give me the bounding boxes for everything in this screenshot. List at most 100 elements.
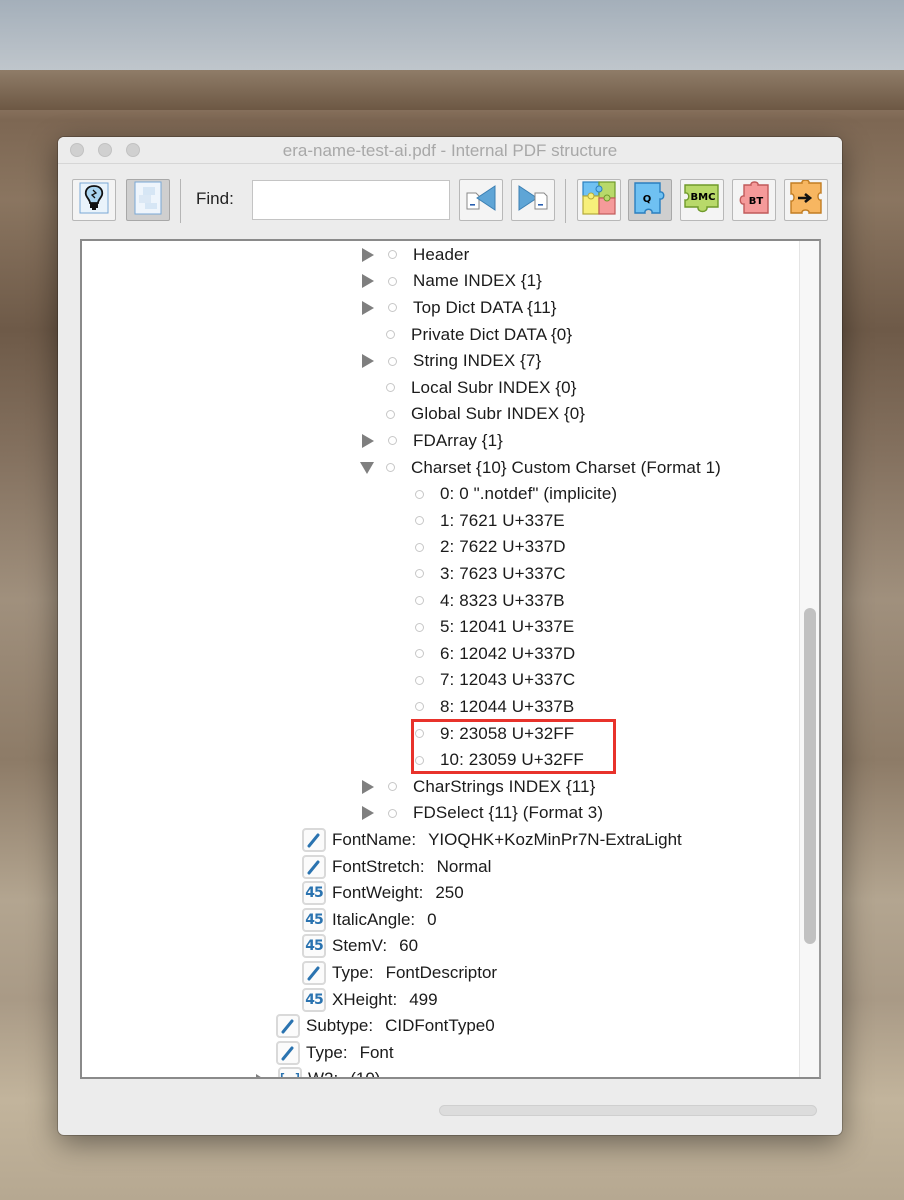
- tree-node[interactable]: Top Dict DATA {11}: [360, 295, 557, 322]
- pages-button[interactable]: [126, 179, 170, 221]
- bt-operator-button[interactable]: BT: [732, 179, 776, 221]
- entry-value: 0: [427, 909, 437, 929]
- dictionary-entry[interactable]: 45 XHeight: 499: [302, 986, 438, 1013]
- expand-arrow-icon[interactable]: [362, 354, 374, 369]
- expand-arrow-icon[interactable]: [256, 1074, 264, 1077]
- dictionary-entry[interactable]: Type: Font: [276, 1040, 394, 1067]
- number-type-icon: 45: [302, 987, 326, 1012]
- no-expander: [360, 381, 374, 395]
- tree-node-label: 8: 12044 U+337B: [440, 696, 575, 716]
- node-bullet-icon: [388, 276, 397, 286]
- find-input[interactable]: [252, 180, 450, 220]
- tree-node[interactable]: Charset {10} Custom Charset (Format 1): [360, 454, 721, 481]
- dictionary-entry[interactable]: FontName: YIOQHK+KozMinPr7N-ExtraLight: [302, 827, 682, 854]
- dictionary-entry[interactable]: Type: FontDescriptor: [302, 960, 497, 987]
- tree-node-label: Charset {10} Custom Charset (Format 1): [411, 457, 721, 477]
- number-glyph: 45: [305, 991, 324, 1008]
- number-type-icon: 45: [302, 907, 326, 932]
- q-operator-button[interactable]: Q: [628, 179, 672, 221]
- tree-node[interactable]: String INDEX {7}: [360, 348, 541, 375]
- array-type-icon: [ ]: [278, 1067, 302, 1077]
- expand-arrow-icon[interactable]: [362, 300, 374, 315]
- number-glyph: 45: [305, 938, 324, 955]
- tree-node[interactable]: 6: 12042 U+337D: [415, 641, 575, 668]
- tree-node[interactable]: Private Dict DATA {0}: [360, 321, 572, 348]
- toolbar-separator: [565, 179, 566, 223]
- expand-arrow-icon[interactable]: [362, 274, 374, 289]
- bmc-operator-button[interactable]: BMC: [680, 179, 724, 221]
- svg-text:BMC: BMC: [691, 192, 716, 203]
- find-label: Find:: [196, 189, 234, 208]
- dictionary-entry[interactable]: [ ] W2: (10): [254, 1066, 380, 1079]
- close-window-button[interactable]: [70, 143, 84, 157]
- tree-node[interactable]: Header: [360, 242, 469, 269]
- tree-node[interactable]: 1: 7621 U+337E: [415, 508, 565, 535]
- page-icon: [133, 181, 163, 220]
- vertical-scrollbar-thumb[interactable]: [804, 608, 816, 944]
- zoom-window-button[interactable]: [126, 143, 140, 157]
- tree-node[interactable]: 2: 7622 U+337D: [415, 534, 566, 561]
- tree-node[interactable]: Name INDEX {1}: [360, 268, 542, 295]
- tree-node-label: 6: 12042 U+337D: [440, 643, 576, 663]
- tree-node-label: String INDEX {7}: [413, 351, 542, 371]
- tree-node[interactable]: 4: 8323 U+337B: [415, 587, 565, 614]
- node-bullet-icon: [415, 569, 424, 579]
- vertical-scrollbar[interactable]: [799, 241, 819, 1077]
- tree-node[interactable]: Local Subr INDEX {0}: [360, 375, 576, 402]
- tree-node[interactable]: CharStrings INDEX {11}: [360, 774, 595, 801]
- tree-node[interactable]: 0: 0 ".notdef" (implicite): [415, 481, 617, 508]
- pdf-structure-window: era-name-test-ai.pdf - Internal PDF stru…: [58, 137, 842, 1135]
- entry-value: YIOQHK+KozMinPr7N-ExtraLight: [428, 829, 682, 849]
- expand-arrow-icon[interactable]: [362, 779, 374, 794]
- dictionary-entry[interactable]: FontStretch: Normal: [302, 853, 491, 880]
- tree-node[interactable]: 8: 12044 U+337B: [415, 694, 574, 721]
- collapse-arrow-icon[interactable]: [360, 461, 374, 474]
- entry-key: FontStretch:: [332, 856, 425, 876]
- node-bullet-icon: [388, 356, 397, 366]
- node-bullet-icon: [415, 622, 424, 632]
- dictionary-entry[interactable]: 45 FontWeight: 250: [302, 880, 464, 907]
- entry-key: StemV:: [332, 936, 388, 956]
- entry-value: 250: [435, 883, 464, 903]
- node-bullet-icon: [388, 250, 397, 260]
- dictionary-entry[interactable]: 45 StemV: 60: [302, 933, 418, 960]
- tree-node[interactable]: 3: 7623 U+337C: [415, 561, 566, 588]
- expand-arrow-icon[interactable]: [362, 247, 374, 262]
- structure-tree-panel: Header Name INDEX {1} Top Dict DATA {11} Pr…: [80, 239, 821, 1079]
- find-next-button[interactable]: [511, 179, 555, 221]
- tree-node[interactable]: Global Subr INDEX {0}: [360, 401, 585, 428]
- horizontal-scrollbar[interactable]: [439, 1105, 817, 1116]
- find-previous-button[interactable]: [459, 179, 503, 221]
- expand-arrow-icon[interactable]: [362, 433, 374, 448]
- tree-node-label: Top Dict DATA {11}: [413, 297, 557, 317]
- expand-arrow-icon[interactable]: [362, 806, 374, 821]
- goto-button[interactable]: [784, 178, 828, 221]
- title-bar[interactable]: era-name-test-ai.pdf - Internal PDF stru…: [58, 137, 842, 164]
- node-bullet-icon: [386, 383, 395, 393]
- info-button[interactable]: [72, 179, 116, 221]
- tree-node-label: Global Subr INDEX {0}: [411, 404, 586, 424]
- node-bullet-icon: [386, 463, 395, 473]
- tree-node[interactable]: 5: 12041 U+337E: [415, 614, 574, 641]
- dictionary-entry[interactable]: Subtype: CIDFontType0: [276, 1013, 495, 1040]
- node-bullet-icon: [415, 542, 424, 552]
- dictionary-entry[interactable]: 45 ItalicAngle: 0: [302, 907, 437, 934]
- name-type-icon: [302, 854, 326, 879]
- tree-node[interactable]: FDSelect {11} (Format 3): [360, 800, 603, 827]
- entry-value: Font: [359, 1042, 394, 1062]
- minimize-window-button[interactable]: [98, 143, 112, 157]
- entry-value: 60: [399, 936, 419, 956]
- puzzle-bmc-icon: BMC: [683, 180, 721, 221]
- tree-node[interactable]: FDArray {1}: [360, 428, 503, 455]
- entry-key: FontName:: [332, 829, 417, 849]
- lightbulb-icon: [79, 182, 109, 219]
- svg-text:BT: BT: [749, 196, 764, 207]
- node-bullet-icon: [415, 489, 424, 499]
- no-expander: [360, 328, 374, 342]
- entry-key: W2:: [308, 1069, 339, 1079]
- node-bullet-icon: [415, 675, 424, 685]
- find-previous-icon: [464, 183, 498, 218]
- tree-node[interactable]: 7: 12043 U+337C: [415, 667, 575, 694]
- structure-button[interactable]: [577, 179, 621, 221]
- find-next-icon: [516, 183, 550, 218]
